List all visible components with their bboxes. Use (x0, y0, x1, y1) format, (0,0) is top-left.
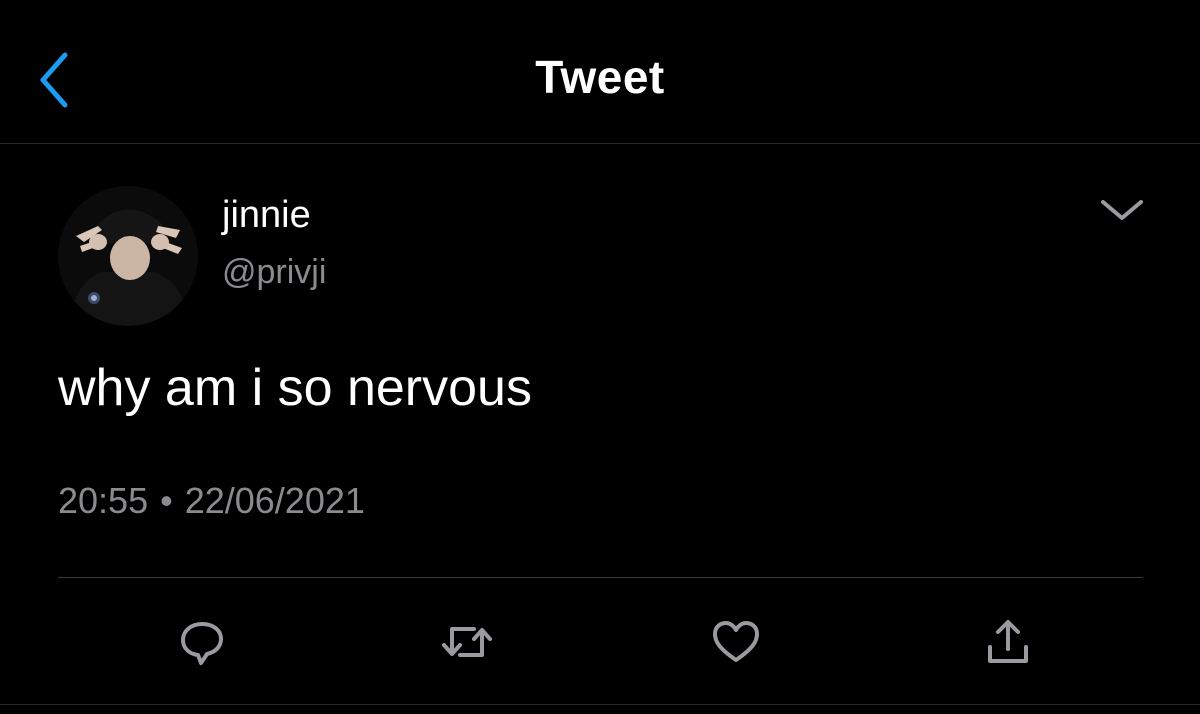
tweet-date: 22/06/2021 (184, 480, 365, 521)
avatar-image (58, 186, 198, 326)
header-bar: Tweet (0, 0, 1200, 144)
heart-icon (713, 621, 759, 662)
display-name[interactable]: jinnie (222, 194, 311, 237)
like-button[interactable] (704, 610, 768, 674)
tweet-timestamp: 20:55 • 22/06/2021 (58, 480, 365, 522)
page-title: Tweet (535, 51, 665, 103)
share-button[interactable] (976, 610, 1040, 674)
avatar[interactable] (58, 186, 198, 326)
reply-icon (181, 622, 223, 665)
reply-button[interactable] (170, 610, 234, 674)
tweet-detail-screen: Tweet jinnie @privji why am i so nervous… (0, 0, 1200, 714)
meta-separator: • (160, 480, 173, 521)
retweet-icon (442, 627, 492, 657)
share-icon (988, 620, 1028, 663)
action-bar (0, 610, 1200, 674)
bottom-divider (0, 704, 1200, 705)
retweet-button[interactable] (435, 610, 499, 674)
tweet-text: why am i so nervous (58, 359, 532, 417)
chevron-down-icon (1101, 200, 1143, 220)
divider (58, 577, 1143, 578)
user-handle[interactable]: @privji (222, 253, 326, 292)
more-options-button[interactable] (1094, 188, 1150, 232)
tweet-time: 20:55 (58, 480, 149, 521)
